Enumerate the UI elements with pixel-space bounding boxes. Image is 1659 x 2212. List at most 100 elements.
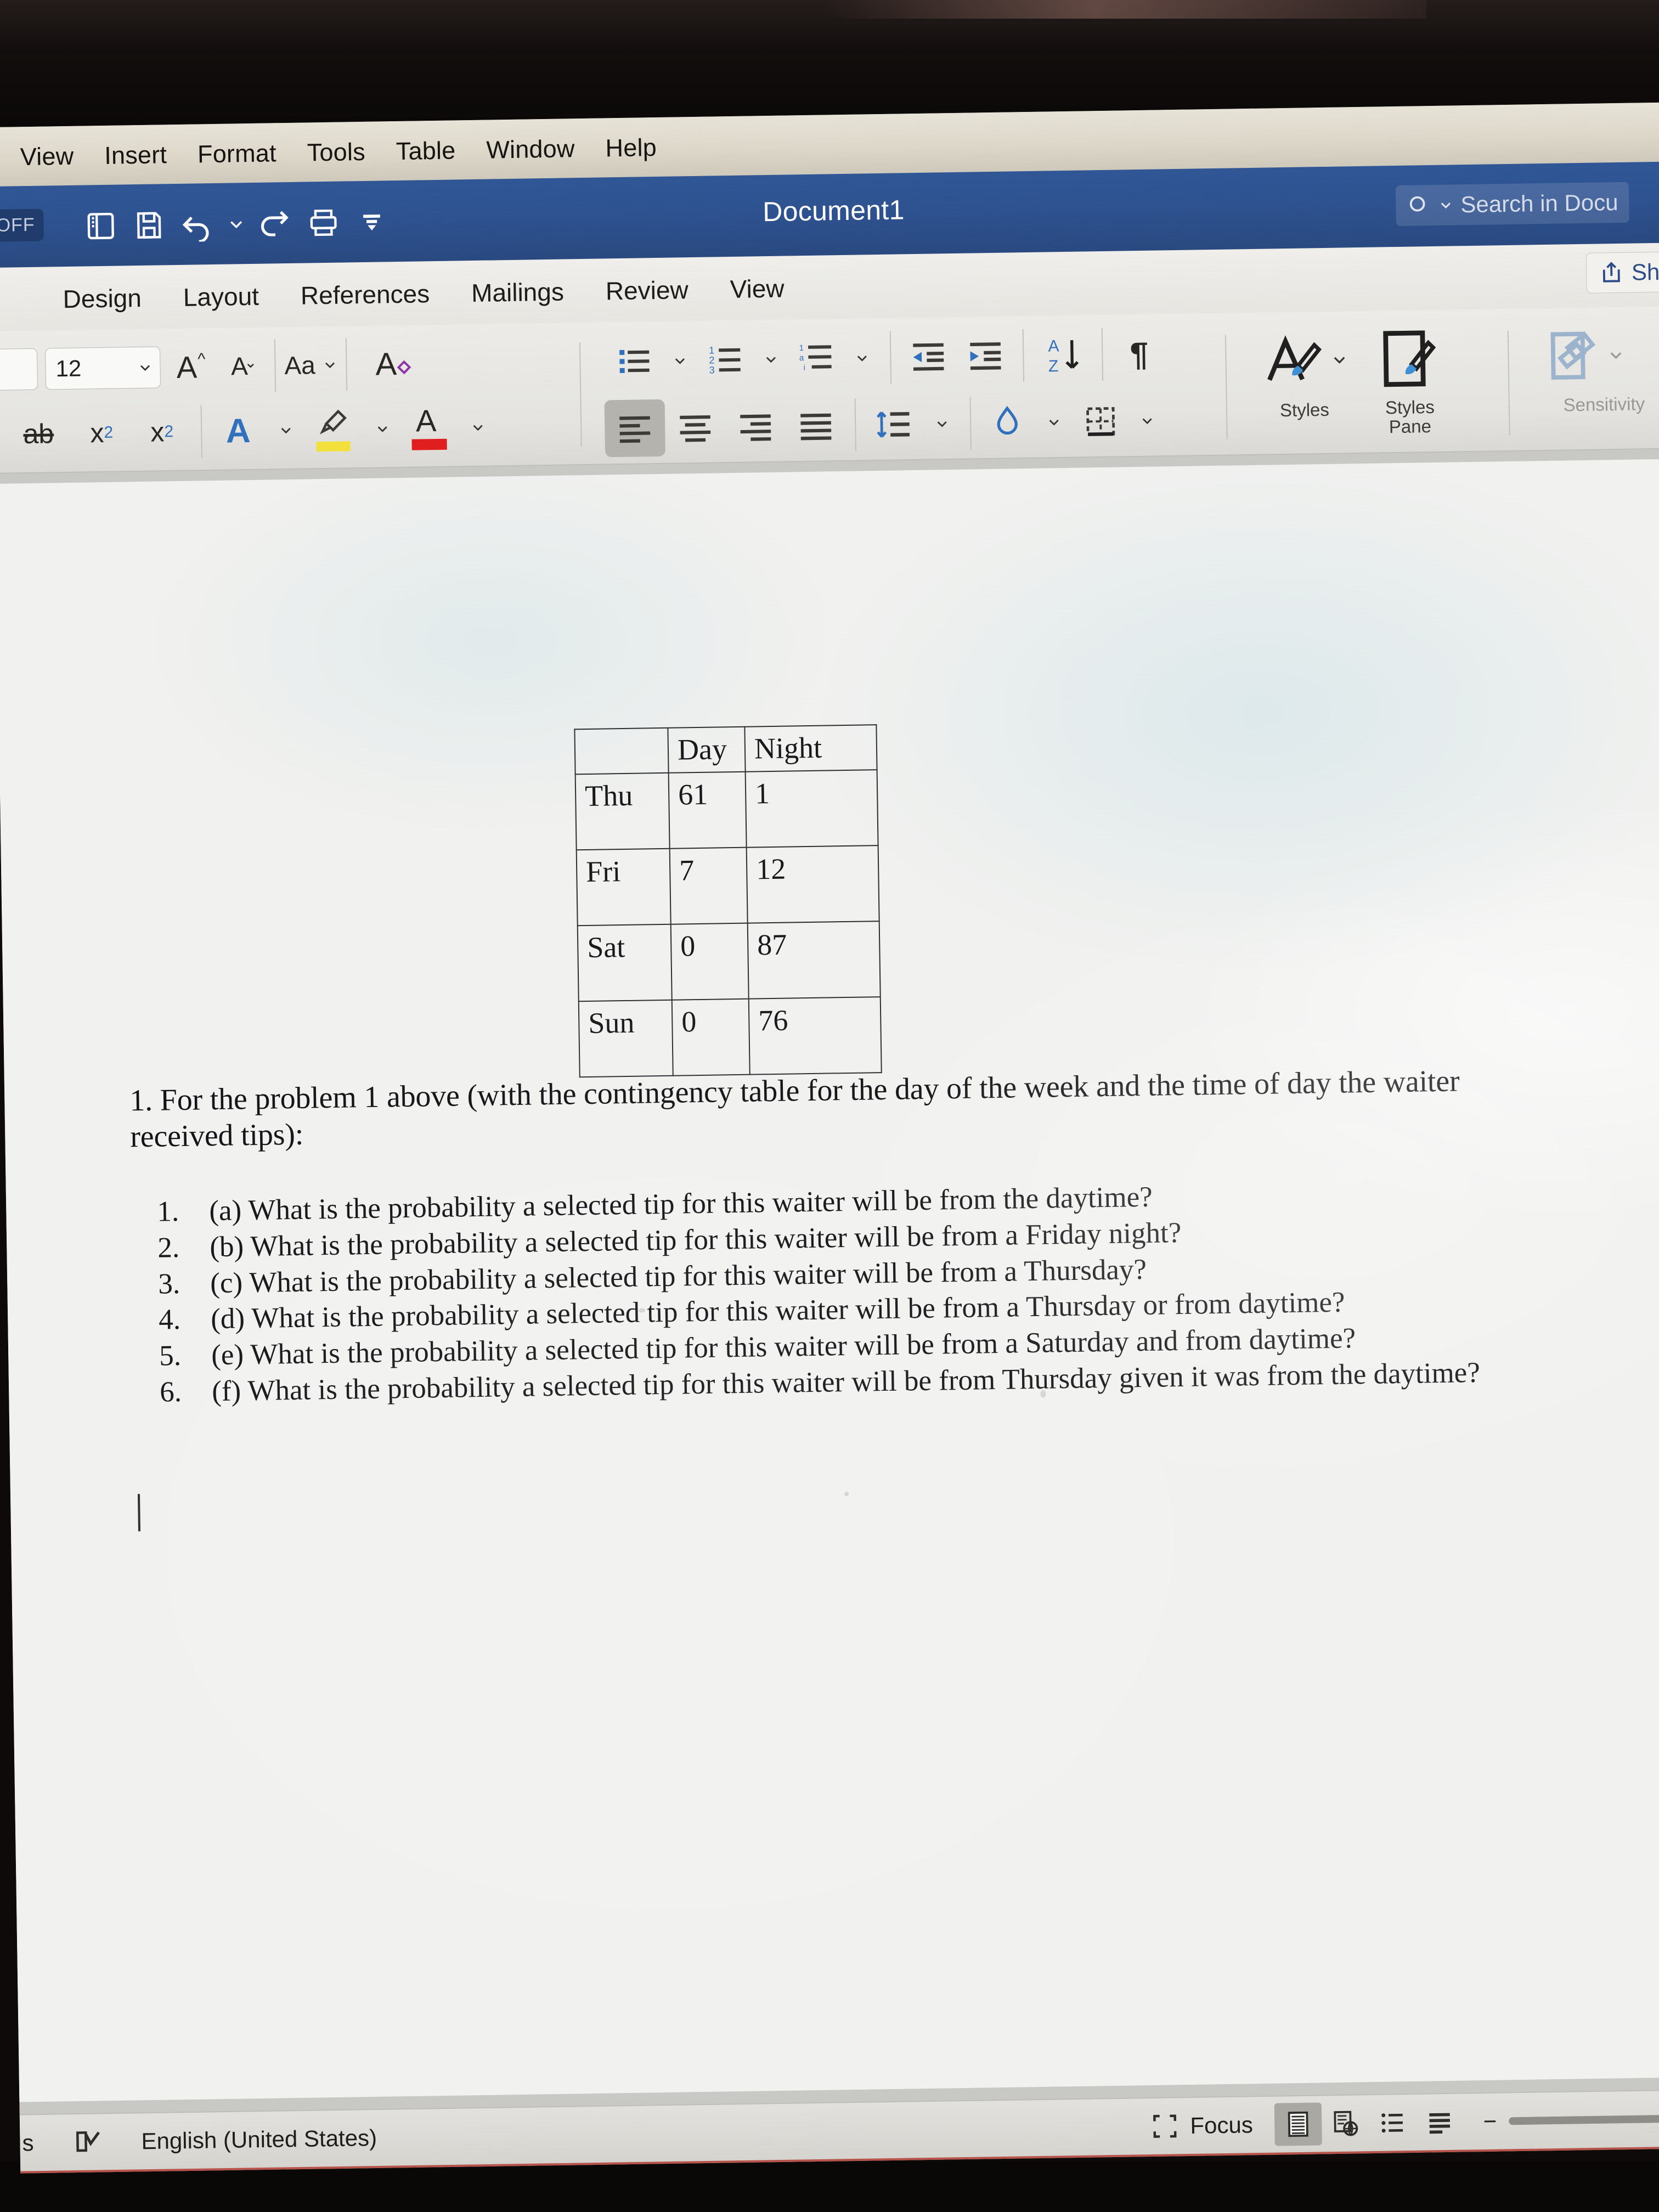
tab-design[interactable]: Design [42, 283, 162, 314]
multilevel-list-button[interactable]: 1 a i [790, 338, 843, 379]
styles-dropdown-icon [1334, 357, 1345, 364]
styles-pane-button[interactable] [1372, 324, 1441, 396]
text-cursor [137, 1494, 140, 1532]
grow-font-label: A [176, 349, 198, 385]
tab-mailings[interactable]: Mailings [450, 276, 585, 308]
menu-item-table[interactable]: Table [380, 136, 471, 166]
outline-view-button[interactable] [1369, 2101, 1417, 2145]
print-layout-view-button[interactable] [1274, 2102, 1323, 2146]
cell-thu-day: 61 [668, 771, 747, 849]
change-case-label: Aa [284, 351, 316, 380]
font-color-swatch [411, 438, 447, 450]
menu-item-insert[interactable]: Insert [89, 140, 183, 171]
search-placeholder: Search in Docu [1460, 189, 1618, 218]
tab-review[interactable]: Review [584, 275, 709, 306]
bullets-button[interactable] [608, 341, 661, 381]
line-spacing-button[interactable] [865, 403, 923, 446]
tab-layout[interactable]: Layout [162, 281, 280, 312]
ribbon-body: W... 12 A ^ A ⌄ [0, 306, 1659, 474]
numbering-button[interactable]: 1 2 3 [699, 340, 752, 380]
divider [346, 338, 348, 391]
language-label[interactable]: English (United States) [141, 2125, 377, 2154]
proofing-check-icon[interactable] [72, 2125, 105, 2159]
borders-button[interactable] [1073, 402, 1128, 441]
strikethrough-button[interactable]: ab [5, 417, 72, 450]
zoom-out-button[interactable]: − [1483, 2108, 1497, 2135]
contingency-table[interactable]: Day Night Thu 61 1 Fri 7 12 Sat 0 87 Sun… [574, 724, 882, 1077]
menu-item-window[interactable]: Window [471, 134, 590, 165]
menu-item-view[interactable]: View [4, 142, 89, 171]
increase-indent-button[interactable] [957, 335, 1014, 377]
styles-pane-icon [1383, 330, 1436, 387]
numbering-dropdown-icon [766, 357, 776, 363]
increase-indent-icon [970, 342, 1001, 370]
menu-item-format[interactable]: Format [182, 139, 292, 169]
web-layout-view-button[interactable] [1322, 2102, 1369, 2145]
question-list[interactable]: (a) What is the probability a selected t… [131, 1175, 1539, 1410]
styles-pane-label: Styles Pane [1366, 397, 1454, 437]
justify-icon [800, 413, 832, 441]
draft-view-button[interactable] [1416, 2101, 1464, 2144]
font-size-combo[interactable]: 12 [44, 346, 161, 390]
problem-statement-paragraph: 1. For the problem 1 above (with the con… [129, 1064, 1460, 1154]
multilevel-list-icon: 1 a i [799, 343, 832, 373]
styles-pane-label-line1: Styles [1385, 397, 1435, 418]
highlighter-icon [319, 409, 347, 435]
tab-view[interactable]: View [709, 273, 805, 304]
cell-sun-night: 76 [748, 997, 882, 1075]
document-canvas[interactable]: Day Night Thu 61 1 Fri 7 12 Sat 0 87 Sun… [0, 449, 1659, 2114]
shading-button[interactable] [980, 403, 1035, 442]
svg-text:Z: Z [1048, 357, 1059, 375]
subscript-index: 2 [104, 423, 114, 442]
print-layout-icon [1288, 2111, 1309, 2137]
sort-button[interactable]: A Z [1032, 332, 1093, 377]
row-label-sat: Sat [577, 924, 672, 1002]
shrink-font-button[interactable]: A ⌄ [213, 351, 266, 381]
subscript-button[interactable]: x2 [71, 416, 132, 449]
svg-text:1: 1 [799, 343, 804, 353]
show-formatting-marks-button[interactable]: ¶ [1111, 335, 1167, 373]
menu-item-help[interactable]: Help [590, 133, 672, 163]
justify-button[interactable] [786, 405, 847, 447]
draft-icon [1429, 2113, 1451, 2134]
decrease-indent-icon [913, 343, 944, 371]
zoom-track[interactable] [1509, 2114, 1659, 2125]
clear-formatting-button[interactable]: A [356, 345, 416, 383]
chevron-down-icon [140, 365, 150, 371]
change-case-button[interactable]: Aa [284, 350, 337, 380]
menu-item-tools[interactable]: Tools [291, 137, 381, 167]
grow-font-button[interactable]: A ^ [160, 349, 213, 385]
row-label-sun: Sun [578, 1000, 673, 1077]
table-header-day: Day [668, 726, 746, 773]
align-right-button[interactable] [725, 406, 786, 448]
divider [1101, 328, 1104, 381]
document-page[interactable]: Day Night Thu 61 1 Fri 7 12 Sat 0 87 Sun… [0, 459, 1659, 2102]
align-center-button[interactable] [665, 407, 726, 448]
search-input[interactable]: Search in Docu [1395, 182, 1630, 226]
numbering-icon: 1 2 3 [709, 345, 741, 376]
font-color-button[interactable]: A [402, 401, 459, 455]
decrease-indent-button[interactable] [900, 336, 957, 378]
tab-references[interactable]: References [280, 279, 451, 311]
word-count-label[interactable]: s [22, 2130, 34, 2156]
font-name-combo[interactable]: W... [0, 348, 38, 392]
multilevel-dropdown-icon [857, 356, 867, 362]
screen-area: View Insert Format Tools Table Window He… [0, 102, 1659, 2174]
zoom-slider[interactable]: − [1483, 2101, 1659, 2139]
styles-button[interactable] [1261, 326, 1348, 393]
superscript-button[interactable]: x2 [132, 416, 193, 449]
share-button[interactable]: Sh [1585, 251, 1659, 294]
text-effects-dropdown-icon [281, 427, 291, 434]
line-spacing-dropdown-icon [937, 421, 947, 427]
focus-button[interactable]: Focus [1149, 2109, 1253, 2142]
cell-sun-day: 0 [672, 998, 750, 1076]
screen-dust [1040, 1390, 1046, 1398]
focus-label: Focus [1190, 2112, 1254, 2138]
highlight-color-button[interactable] [306, 403, 364, 456]
document-body-text[interactable]: 1. For the problem 1 above (with the con… [129, 1062, 1539, 1412]
row-label-thu: Thu [575, 772, 670, 850]
align-left-button[interactable] [604, 399, 666, 458]
cell-thu-night: 1 [745, 770, 878, 848]
sensitivity-button[interactable] [1539, 323, 1625, 388]
text-effects-button[interactable]: A [211, 411, 266, 450]
